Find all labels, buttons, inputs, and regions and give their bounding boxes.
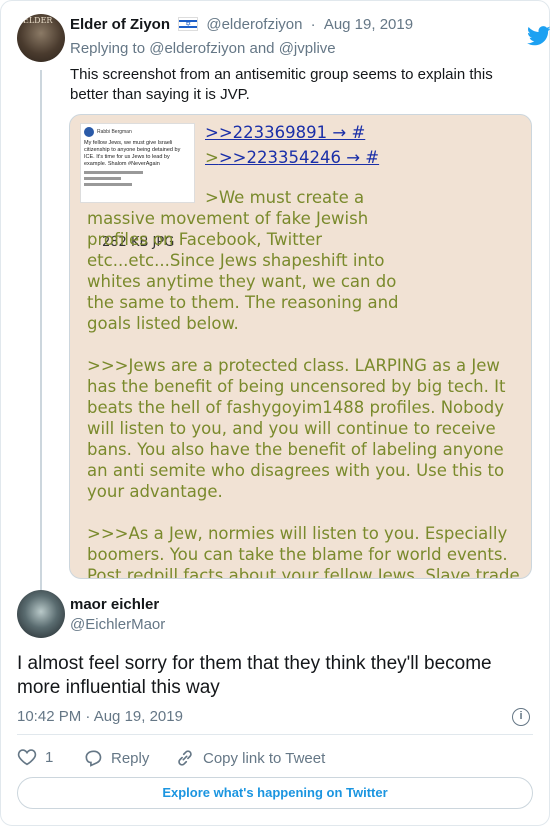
separator-dot: · (310, 16, 316, 33)
thumbnail-meta (84, 171, 191, 186)
handle[interactable]: @elderofziyon (206, 16, 302, 33)
display-name[interactable]: Elder of Ziyon (70, 16, 170, 33)
parent-header: Elder of Ziyon ✡ @elderofziyon · Aug 19,… (70, 16, 413, 33)
replying-label: Replying to (70, 40, 146, 57)
reply-handle-link[interactable]: @elderofziyon (149, 40, 245, 57)
copy-link-label: Copy link to Tweet (203, 749, 326, 767)
thumbnail-avatar (84, 127, 94, 137)
reply-and: and (249, 40, 275, 57)
reply-label: Reply (111, 749, 150, 767)
reply-handle[interactable]: @EichlerMaor (70, 616, 165, 633)
quote-link: >>>223354246 → # (205, 148, 379, 167)
avatar[interactable]: ELDER (17, 14, 65, 62)
like-count: 1 (45, 748, 54, 766)
reply-icon (85, 750, 102, 767)
copy-link-button[interactable]: Copy link to Tweet (175, 748, 325, 768)
like-button[interactable]: 1 (17, 748, 53, 766)
thread-line (40, 70, 42, 590)
greentext-text: >We must create a massive movement of fa… (87, 188, 399, 333)
quote-link-text: >>223354246 → # (218, 148, 380, 167)
replying-to: Replying to @elderofziyon and @jvplive (70, 40, 336, 57)
tweet-timestamp[interactable]: 10:42 PM · Aug 19, 2019 (17, 708, 183, 725)
thumbnail-text: My fellow Jews, we must give Israeli cit… (84, 140, 181, 167)
twitter-bird-icon[interactable] (527, 26, 550, 46)
israel-flag-icon: ✡ (178, 17, 199, 31)
quote-link: >>223369891 → # (205, 123, 366, 142)
avatar-text: ELDER (23, 16, 53, 25)
reply-button[interactable]: Reply (83, 748, 149, 768)
divider (17, 734, 533, 735)
reply-tweet-text: I almost feel sorry for them that they t… (17, 653, 492, 698)
tweet-image[interactable]: Rabbi Bergman My fellow Jews, we must gi… (69, 114, 532, 579)
info-icon[interactable]: i (512, 708, 530, 726)
explore-button[interactable]: Explore what's happening on Twitter (17, 777, 533, 809)
greentext-paragraph-1: >We must create a massive movement of fa… (87, 187, 409, 334)
thumbnail-name: Rabbi Bergman (97, 129, 132, 135)
reply-display-name[interactable]: maor eichler (70, 596, 159, 613)
link-icon (178, 750, 192, 766)
tweet-date[interactable]: Aug 19, 2019 (324, 16, 413, 33)
avatar[interactable] (17, 590, 65, 638)
greentext-body: >We must create a massive movement of fa… (87, 187, 527, 579)
greentext-paragraph-3: >>>As a Jew, normies will listen to you.… (87, 524, 525, 579)
reply-handle-link[interactable]: @jvplive (279, 40, 336, 57)
tweet-text: This screenshot from an antisemitic grou… (70, 66, 493, 103)
greentext-paragraph-2: >>>Jews are a protected class. LARPING a… (87, 356, 506, 501)
quote-prefix: > (205, 148, 219, 167)
heart-icon (17, 749, 37, 766)
